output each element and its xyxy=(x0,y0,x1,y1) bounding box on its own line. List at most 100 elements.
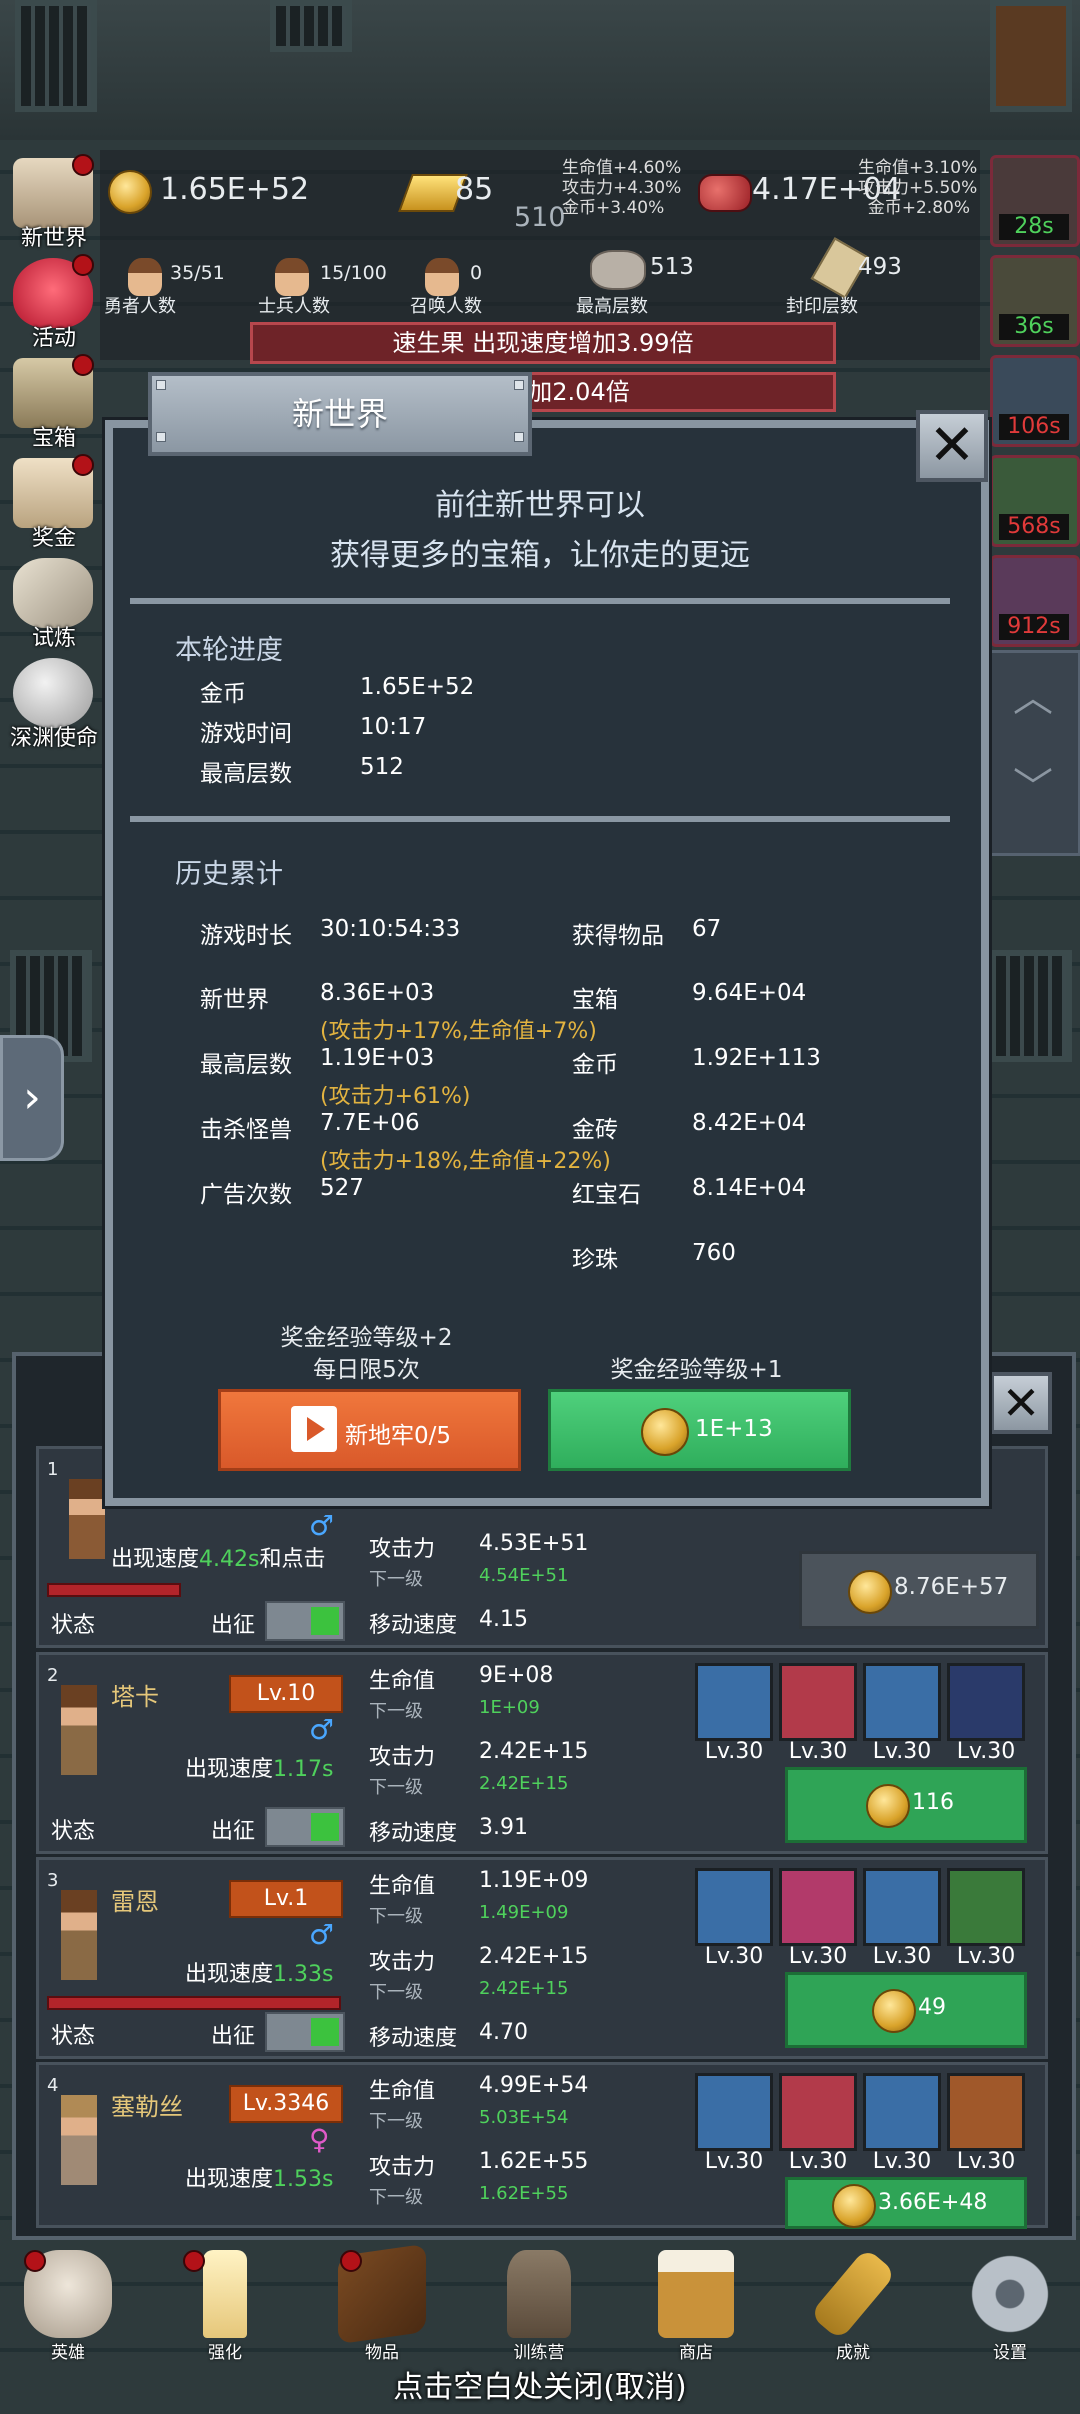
sword-skill-icon[interactable] xyxy=(779,1868,857,1946)
notification-dot xyxy=(183,2250,205,2272)
hero-name: 塞勒丝 xyxy=(111,2093,183,2121)
menu-chest[interactable]: 宝箱 xyxy=(8,354,98,451)
upgrade-button[interactable]: 8.76E+57 xyxy=(799,1551,1039,1629)
hero-card[interactable]: 3 雷恩 Lv.1 ♂ 出现速度1.33s 状态 出征 生命值 1.19E+09… xyxy=(36,1857,1048,2059)
history-label: 珍珠 xyxy=(572,1247,618,1273)
timer-slot[interactable]: 106s xyxy=(990,355,1080,447)
nav-settings[interactable]: 设置 xyxy=(950,2250,1070,2370)
round-label: 金币 xyxy=(200,681,246,707)
timer-slot[interactable]: 28s xyxy=(990,155,1080,247)
coin-icon xyxy=(866,1784,910,1828)
divider xyxy=(130,816,950,822)
watch-video-button[interactable]: 新地牢0/5 xyxy=(218,1389,521,1471)
history-value: 7.7E+06 xyxy=(320,1110,420,1136)
coin-count: 1.65E+52 xyxy=(160,172,310,207)
upgrade-button[interactable]: 49 xyxy=(785,1972,1027,2048)
hero-card[interactable]: 2 塔卡 Lv.10 ♂ 出现速度1.17s 状态 出征 生命值 9E+08 下… xyxy=(36,1652,1048,1854)
dialog-title: 新世界 xyxy=(148,372,532,456)
boot-skill-icon[interactable] xyxy=(863,1868,941,1946)
timer-slot[interactable]: 568s xyxy=(990,455,1080,547)
boot-skill-icon[interactable] xyxy=(863,1663,941,1741)
soldier-count-label: 士兵人数 xyxy=(258,296,330,317)
menu-bonus[interactable]: 奖金 xyxy=(8,454,98,551)
male-icon: ♂ xyxy=(309,1918,335,1951)
history-value: 8.14E+04 xyxy=(692,1175,807,1201)
scroll-arrows[interactable]: ︿ ﹀ xyxy=(985,650,1080,856)
menu-trial[interactable]: 试炼 xyxy=(8,558,98,651)
axe-skill-icon[interactable] xyxy=(695,1663,773,1741)
coin-note: 奖金经验等级+1 xyxy=(610,1357,783,1383)
round-value: 10:17 xyxy=(360,714,427,740)
deploy-toggle[interactable] xyxy=(265,1807,345,1847)
lantern-icon xyxy=(507,2250,571,2338)
round-label: 游戏时间 xyxy=(200,721,292,747)
nav-shop[interactable]: 商店 xyxy=(636,2250,756,2370)
expand-arrow-icon[interactable]: › xyxy=(0,1035,64,1161)
notification-dot xyxy=(340,2250,362,2272)
appear-speed: 出现速度4.42s和点击 xyxy=(111,1547,326,1572)
rivet xyxy=(514,432,524,442)
coin-icon xyxy=(872,1989,916,2033)
nav-training[interactable]: 训练营 xyxy=(479,2250,599,2370)
history-label: 金砖 xyxy=(572,1117,618,1143)
history-label: 最高层数 xyxy=(200,1052,292,1078)
shield-skill-icon[interactable] xyxy=(695,2073,773,2151)
coin-icon xyxy=(108,170,152,214)
menu-event[interactable]: 活动 xyxy=(8,254,98,351)
panel-close-icon[interactable]: ✕ xyxy=(990,1372,1052,1434)
speed-banner: 速生果 出现速度增加3.99倍 xyxy=(250,322,836,364)
dungeon-window xyxy=(990,950,1072,1062)
axe-skill-icon[interactable] xyxy=(779,1663,857,1741)
hp-bar xyxy=(47,1996,341,2010)
summon-count-label: 召唤人数 xyxy=(410,296,482,317)
beast-skill-icon[interactable] xyxy=(779,2073,857,2151)
summon-count: 0 xyxy=(470,262,483,284)
notification-dot xyxy=(72,354,94,376)
coin-pay-button[interactable]: 1E+13 xyxy=(548,1389,851,1471)
close-hint[interactable]: 点击空白处关闭(取消) xyxy=(0,2362,1080,2406)
hero-card[interactable]: 4 塞勒丝 Lv.3346 ♀ 出现速度1.53s 生命值 4.99E+54 下… xyxy=(36,2062,1048,2229)
video-note-2: 每日限5次 xyxy=(313,1357,420,1383)
boot-skill-icon[interactable] xyxy=(863,2073,941,2151)
notification-dot xyxy=(72,454,94,476)
rivet xyxy=(156,432,166,442)
nav-achievements[interactable]: 成就 xyxy=(793,2247,913,2370)
coin-icon xyxy=(832,2184,876,2228)
sword-skill-icon[interactable] xyxy=(695,1868,773,1946)
history-label: 新世界 xyxy=(200,987,269,1013)
gear-icon xyxy=(966,2250,1054,2338)
timer-slot[interactable]: 912s xyxy=(990,555,1080,647)
nav-enhance[interactable]: 强化 xyxy=(165,2250,285,2370)
hero-name: 雷恩 xyxy=(111,1888,159,1916)
nav-items[interactable]: 物品 xyxy=(322,2243,442,2370)
hero-level-badge: Lv.1 xyxy=(229,1880,343,1918)
seal-floor-label: 封印层数 xyxy=(786,296,858,317)
soldier-count-icon xyxy=(275,258,309,296)
hero-sprite xyxy=(61,1890,97,1980)
summon-count-icon xyxy=(425,258,459,296)
menu-abyss[interactable]: 深渊使命 xyxy=(8,658,98,751)
round-value: 512 xyxy=(360,754,404,780)
fire-skill-icon[interactable] xyxy=(947,2073,1025,2151)
history-label: 获得物品 xyxy=(572,923,664,949)
deploy-toggle[interactable] xyxy=(265,2012,345,2052)
menu-new-world[interactable]: 新世界 xyxy=(8,154,98,251)
video-icon xyxy=(291,1406,337,1452)
history-value: 1.19E+03 xyxy=(320,1045,435,1071)
history-label: 击杀怪兽 xyxy=(200,1117,292,1143)
soldier-count: 15/100 xyxy=(320,262,387,284)
hammer-skill-icon[interactable] xyxy=(947,1663,1025,1741)
deploy-toggle[interactable] xyxy=(265,1601,345,1641)
upgrade-button[interactable]: 3.66E+48 xyxy=(785,2177,1027,2229)
dialog-close-icon[interactable]: ✕ xyxy=(916,410,988,482)
upgrade-button[interactable]: 116 xyxy=(785,1767,1027,1843)
timer-slot[interactable]: 36s xyxy=(990,255,1080,347)
mid-count: 510 xyxy=(514,202,566,233)
history-label: 金币 xyxy=(572,1052,618,1078)
hero-sprite xyxy=(69,1479,105,1559)
max-floor-count: 513 xyxy=(650,254,694,280)
round-value: 1.65E+52 xyxy=(360,674,475,700)
nav-heroes[interactable]: 英雄 xyxy=(8,2250,128,2370)
hero-level-badge: Lv.10 xyxy=(229,1675,343,1713)
dragon-skill-icon[interactable] xyxy=(947,1868,1025,1946)
